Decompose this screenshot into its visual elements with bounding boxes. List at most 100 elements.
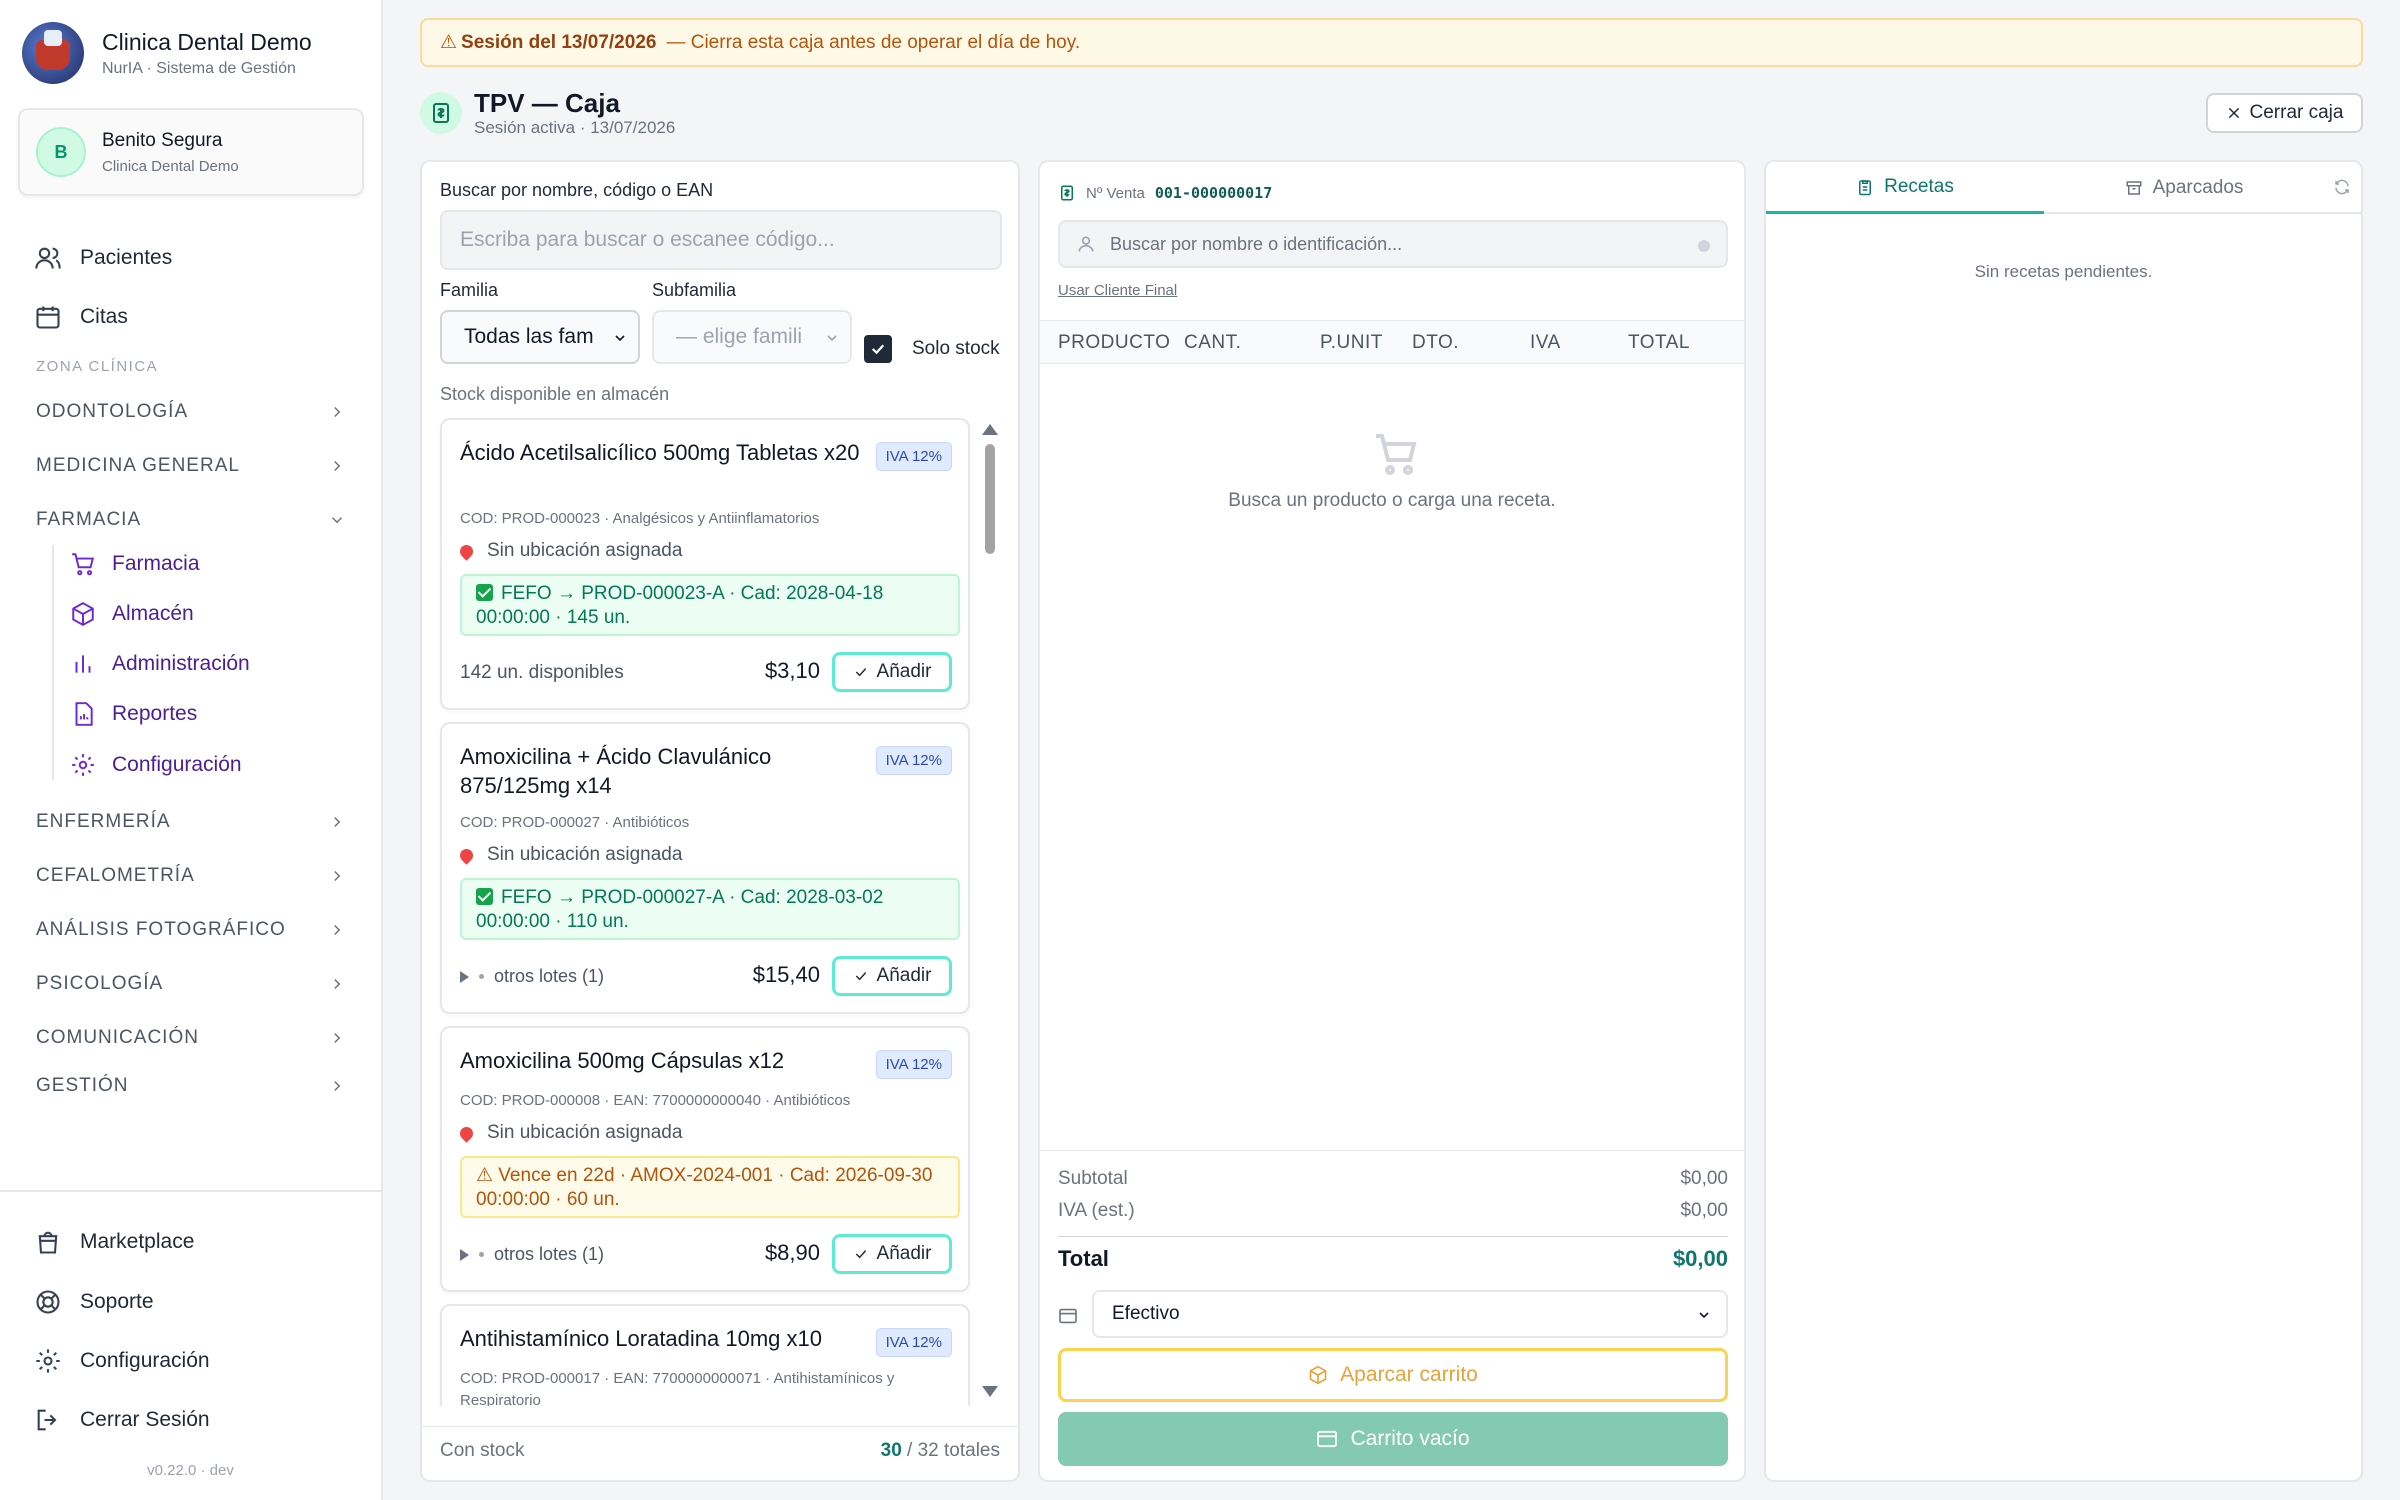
- report-icon: [75, 702, 93, 726]
- credit-card-icon: [1058, 1308, 1078, 1324]
- add-product-button[interactable]: Añadir: [832, 1234, 952, 1274]
- box-icon: [72, 602, 94, 626]
- footer-divider: [422, 1426, 1018, 1427]
- count-total: / 32 totales: [901, 1440, 1000, 1461]
- other-lots-toggle[interactable]: otros lotes (1): [460, 1244, 604, 1265]
- product-count: 30 / 32 totales: [881, 1440, 1000, 1462]
- product-card[interactable]: Ácido Acetilsalicílico 500mg Tabletas x2…: [440, 418, 970, 710]
- section-odontologia[interactable]: ODONTOLOGÍA: [36, 397, 346, 427]
- other-lots-toggle[interactable]: otros lotes (1): [460, 966, 604, 987]
- client-search-input[interactable]: Buscar por nombre o identificación...: [1058, 220, 1728, 268]
- scroll-down-arrow[interactable]: [982, 1386, 998, 1397]
- sidebar-divider: [0, 1190, 381, 1192]
- product-title: Antihistamínico Loratadina 10mg x10: [460, 1326, 822, 1351]
- brand-subtitle: NurIA · Sistema de Gestión: [102, 59, 296, 77]
- park-cart-button[interactable]: Aparcar carrito: [1058, 1348, 1728, 1402]
- pin-icon: [457, 845, 476, 865]
- sidebar-item-administracion[interactable]: Administración: [70, 648, 250, 680]
- sidebar-item-reportes[interactable]: Reportes: [70, 698, 197, 730]
- nav-citas[interactable]: Citas: [34, 299, 128, 335]
- nav-marketplace-label: Marketplace: [80, 1230, 195, 1253]
- payment-method-select[interactable]: Efectivo: [1092, 1290, 1728, 1338]
- location-text: Sin ubicación asignada: [487, 540, 683, 561]
- sidebar-item-almacen[interactable]: Almacén: [70, 598, 194, 630]
- close-icon: [2228, 107, 2239, 119]
- credit-card-icon: [1317, 1430, 1338, 1448]
- clinic-logo: [22, 22, 84, 84]
- alert-strong: Sesión del 13/07/2026: [461, 31, 657, 53]
- section-psicologia[interactable]: PSICOLOGÍA: [36, 969, 346, 999]
- chevron-right-icon: [334, 1032, 341, 1044]
- user-card[interactable]: B Benito Segura Clinica Dental Demo: [18, 108, 364, 196]
- search-label: Buscar por nombre, código o EAN: [440, 180, 714, 200]
- section-analisis-fotografico[interactable]: ANÁLISIS FOTOGRÁFICO: [36, 915, 346, 945]
- familia-select[interactable]: Todas las fam: [440, 310, 640, 364]
- lot-text: FEFO → PROD-000027-A · Cad: 2028-03-02 0…: [476, 887, 884, 932]
- app-version: v0.22.0 · dev: [147, 1462, 234, 1479]
- bar-chart-icon: [75, 655, 91, 673]
- nav-configuracion[interactable]: Configuración: [34, 1343, 210, 1379]
- subtotal-value: $0,00: [1680, 1168, 1728, 1189]
- sidebar-item-farmacia[interactable]: Farmacia: [70, 548, 200, 580]
- chevron-down-icon: [827, 335, 837, 342]
- sidebar-item-configuracion[interactable]: Configuración: [70, 749, 242, 781]
- location-text: Sin ubicación asignada: [487, 1122, 683, 1143]
- section-label: MEDICINA GENERAL: [36, 455, 240, 476]
- product-card[interactable]: Amoxicilina + Ácido Clavulánico 875/125m…: [440, 722, 970, 1014]
- checkout-button[interactable]: Carrito vacío: [1058, 1412, 1728, 1466]
- section-label: COMUNICACIÓN: [36, 1027, 199, 1048]
- col-cant: CANT.: [1184, 332, 1242, 353]
- iva-badge: IVA 12%: [875, 1328, 952, 1357]
- tab-recetas[interactable]: Recetas: [1766, 162, 2044, 214]
- subtotal-row: Subtotal $0,00: [1058, 1168, 1728, 1190]
- total-divider: [1058, 1236, 1728, 1237]
- check-square-icon: [476, 584, 493, 601]
- lot-text: FEFO → PROD-000023-A · Cad: 2028-04-18 0…: [476, 583, 884, 628]
- section-farmacia[interactable]: FARMACIA: [36, 505, 346, 535]
- close-register-button[interactable]: Cerrar caja: [2206, 93, 2363, 133]
- avatar: B: [36, 127, 86, 177]
- tab-aparcados[interactable]: Aparcados: [2044, 162, 2324, 214]
- product-list[interactable]: Ácido Acetilsalicílico 500mg Tabletas x2…: [422, 418, 1018, 1406]
- chevron-right-icon: [334, 460, 341, 472]
- product-location: Sin ubicación asignada: [457, 540, 683, 562]
- nav-soporte[interactable]: Soporte: [34, 1284, 154, 1320]
- other-lots-text: otros lotes (1): [494, 966, 605, 986]
- familia-value: Todas las fam: [464, 325, 594, 348]
- iva-badge: IVA 12%: [875, 442, 952, 471]
- product-title: Amoxicilina 500mg Cápsulas x12: [460, 1048, 785, 1073]
- payment-method-value: Efectivo: [1112, 1303, 1180, 1324]
- cart-icon: [72, 553, 94, 576]
- check-icon: [855, 972, 866, 981]
- section-medicina-general[interactable]: MEDICINA GENERAL: [36, 451, 346, 481]
- section-comunicacion[interactable]: COMUNICACIÓN: [36, 1023, 346, 1053]
- section-label: FARMACIA: [36, 509, 142, 530]
- sidebar-item-label: Almacén: [112, 602, 194, 625]
- section-gestion[interactable]: GESTIÓN: [36, 1071, 346, 1101]
- product-card[interactable]: Antihistamínico Loratadina 10mg x10 IVA …: [440, 1304, 970, 1406]
- refresh-icon[interactable]: [2333, 178, 2351, 196]
- use-final-client-link[interactable]: Usar Cliente Final: [1058, 282, 1177, 299]
- sidebar-item-label: Configuración: [112, 753, 242, 776]
- product-search-input[interactable]: Escriba para buscar o escanee código...: [440, 210, 1002, 270]
- add-label: Añadir: [876, 965, 932, 986]
- stock-label: Stock disponible en almacén: [440, 384, 670, 404]
- product-price: $15,40: [752, 962, 820, 987]
- section-cefalometria[interactable]: CEFALOMETRÍA: [36, 861, 346, 891]
- scroll-up-arrow[interactable]: [982, 424, 998, 435]
- nav-cerrar-sesion[interactable]: Cerrar Sesión: [34, 1402, 210, 1438]
- check-icon: [855, 1250, 866, 1259]
- nav-marketplace[interactable]: Marketplace: [34, 1224, 194, 1260]
- add-product-button[interactable]: Añadir: [832, 956, 952, 996]
- nav-pacientes[interactable]: Pacientes: [34, 240, 172, 276]
- status-dot: [1698, 240, 1710, 252]
- solo-stock-checkbox[interactable]: [864, 335, 892, 363]
- scrollbar-thumb[interactable]: [985, 444, 995, 554]
- subfamilia-select[interactable]: — elige famili: [652, 310, 852, 364]
- brand-title: Clinica Dental Demo: [102, 28, 312, 55]
- section-enfermeria[interactable]: ENFERMERÍA: [36, 807, 346, 837]
- add-product-button[interactable]: Añadir: [832, 652, 952, 692]
- brand[interactable]: Clinica Dental Demo NurIA · Sistema de G…: [22, 22, 312, 84]
- product-card[interactable]: Amoxicilina 500mg Cápsulas x12 IVA 12% C…: [440, 1026, 970, 1292]
- package-icon: [1309, 1365, 1327, 1385]
